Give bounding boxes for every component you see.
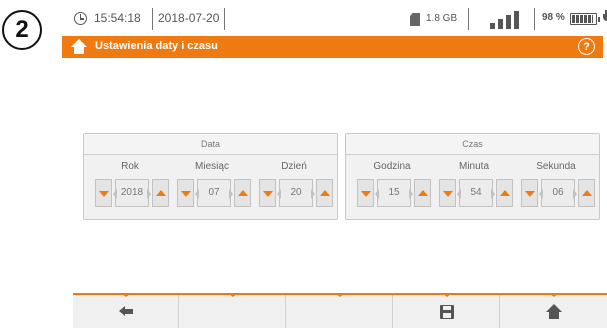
empty-toolbar-slot <box>287 293 393 328</box>
month-value[interactable]: 07 <box>195 179 233 207</box>
day-decrement-button[interactable] <box>259 179 276 207</box>
month-field: Miesiąc 07 <box>172 155 252 220</box>
year-decrement-button[interactable] <box>95 179 112 207</box>
page-title: Ustawienia daty i czasu <box>95 40 218 52</box>
time-panel-header: Czas <box>346 134 599 155</box>
second-field: Sekunda 06 <box>516 155 596 220</box>
second-value[interactable]: 06 <box>539 179 577 207</box>
battery-percent: 98 % <box>542 12 565 23</box>
month-spinner: 07 <box>177 179 251 207</box>
minute-increment-button[interactable] <box>496 179 513 207</box>
status-bar: 15:54:18 2018-07-20 1.8 GB 98 % <box>62 8 607 32</box>
second-increment-button[interactable] <box>578 179 595 207</box>
bottom-toolbar <box>73 293 607 328</box>
home-icon <box>546 304 562 319</box>
hour-spinner: 15 <box>357 179 431 207</box>
date-panel-header: Data <box>84 134 337 155</box>
status-separator <box>468 8 469 30</box>
year-label: Rok <box>121 161 139 172</box>
month-decrement-button[interactable] <box>177 179 194 207</box>
hour-field: Godzina 15 <box>352 155 432 220</box>
day-value[interactable]: 20 <box>277 179 315 207</box>
year-field: Rok 2018 <box>90 155 170 220</box>
second-label: Sekunda <box>536 161 576 172</box>
save-icon <box>440 305 454 319</box>
day-spinner: 20 <box>259 179 333 207</box>
back-button[interactable] <box>73 293 179 328</box>
battery-icon <box>570 13 600 25</box>
back-arrow-icon <box>119 306 133 317</box>
minute-spinner: 54 <box>439 179 513 207</box>
minute-label: Minuta <box>458 161 489 172</box>
second-spinner: 06 <box>521 179 595 207</box>
home-icon[interactable] <box>71 39 87 54</box>
year-increment-button[interactable] <box>152 179 169 207</box>
minute-value[interactable]: 54 <box>457 179 495 207</box>
memory-card-icon <box>410 13 420 26</box>
signal-strength-icon <box>490 9 528 29</box>
time-panel: Czas Godzina 15 Minuta 54 Sekunda 06 <box>345 133 600 220</box>
status-separator <box>224 8 225 30</box>
title-bar: Ustawienia daty i czasu ? <box>62 36 603 58</box>
charging-plug-icon <box>602 10 607 28</box>
year-value[interactable]: 2018 <box>113 179 151 207</box>
minute-decrement-button[interactable] <box>439 179 456 207</box>
hour-label: Godzina <box>373 161 411 172</box>
home-button[interactable] <box>501 293 607 328</box>
help-icon[interactable]: ? <box>578 38 595 55</box>
hour-increment-button[interactable] <box>414 179 431 207</box>
memory-size: 1.8 GB <box>426 13 458 24</box>
status-time: 15:54:18 <box>94 11 141 25</box>
hour-decrement-button[interactable] <box>357 179 374 207</box>
status-separator <box>534 8 535 30</box>
status-date: 2018-07-20 <box>158 11 220 25</box>
hour-value[interactable]: 15 <box>375 179 413 207</box>
clock-icon <box>74 12 87 25</box>
month-label: Miesiąc <box>195 161 229 172</box>
minute-field: Minuta 54 <box>434 155 514 220</box>
save-button[interactable] <box>394 293 500 328</box>
empty-toolbar-slot <box>180 293 286 328</box>
month-increment-button[interactable] <box>234 179 251 207</box>
step-number-badge: 2 <box>2 10 42 50</box>
day-increment-button[interactable] <box>316 179 333 207</box>
second-decrement-button[interactable] <box>521 179 538 207</box>
day-label: Dzień <box>281 161 307 172</box>
status-separator <box>152 8 153 30</box>
date-panel: Data Rok 2018 Miesiąc 07 Dzień 20 <box>83 133 338 220</box>
day-field: Dzień 20 <box>254 155 334 220</box>
year-spinner: 2018 <box>95 179 169 207</box>
